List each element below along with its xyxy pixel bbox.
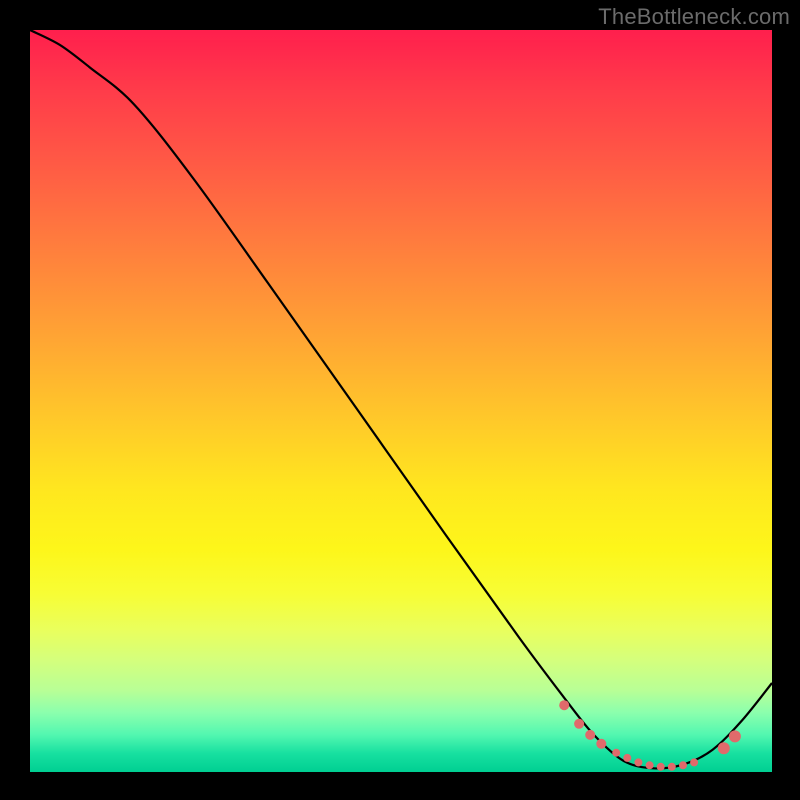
- marker-dot: [634, 758, 642, 766]
- marker-dot: [718, 742, 730, 754]
- marker-dot: [646, 761, 654, 769]
- marker-dot: [612, 749, 620, 757]
- marker-group: [559, 700, 741, 771]
- marker-dot: [559, 700, 569, 710]
- marker-dot: [585, 730, 595, 740]
- marker-dot: [596, 739, 606, 749]
- plot-area: [30, 30, 772, 772]
- chart-frame: TheBottleneck.com: [0, 0, 800, 800]
- marker-dot: [729, 730, 741, 742]
- curve-svg: [30, 30, 772, 772]
- marker-dot: [690, 758, 698, 766]
- watermark-text: TheBottleneck.com: [598, 4, 790, 30]
- marker-dot: [657, 763, 665, 771]
- bottleneck-curve: [30, 30, 772, 768]
- marker-dot: [623, 754, 631, 762]
- marker-dot: [668, 763, 676, 771]
- marker-dot: [679, 761, 687, 769]
- marker-dot: [574, 719, 584, 729]
